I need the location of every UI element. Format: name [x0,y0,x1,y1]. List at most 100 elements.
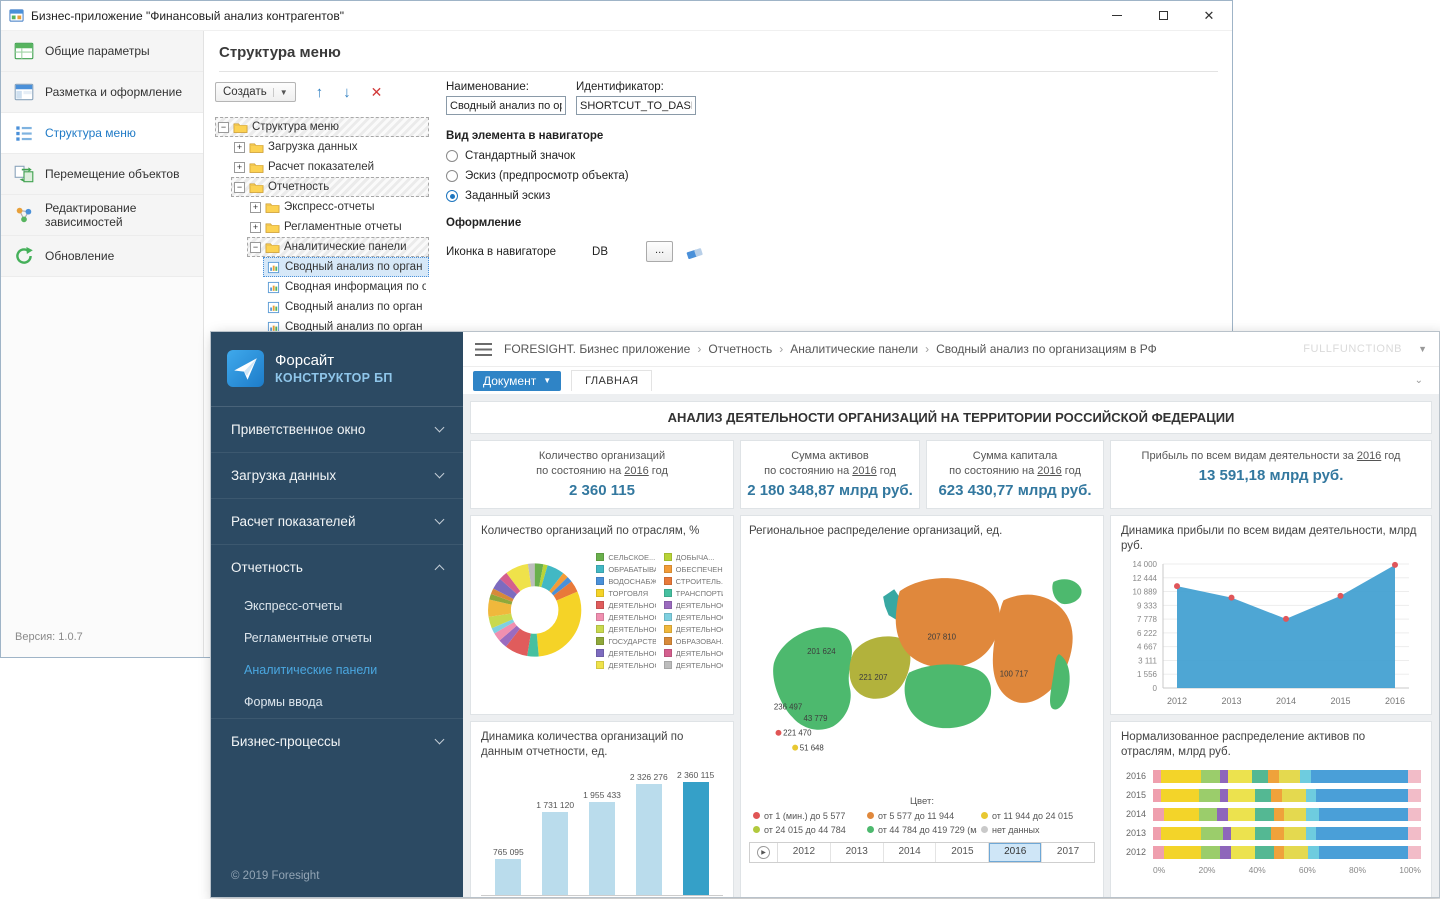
expand-icon[interactable]: + [234,162,245,173]
user-label[interactable]: FULLFUNCTIONB [1303,343,1402,355]
sidebar-item-6[interactable]: Обновление [1,236,203,277]
identifier-input[interactable] [576,96,696,115]
collapse-icon[interactable]: − [234,182,245,193]
stacked-bar[interactable] [1153,770,1421,783]
map-legend-item[interactable]: от 24 015 до 44 784 [753,825,863,835]
radio-checked-icon[interactable] [446,190,458,202]
kpi-line1: Сумма капитала [931,449,1099,464]
kpi-year-link[interactable]: 2016 [852,465,876,477]
name-input[interactable] [446,96,566,115]
bar-column: 2 326 276 [625,772,672,895]
view-radio-option-1[interactable]: Стандартный значок [446,150,786,162]
timeline-year-2014[interactable]: 2014 [884,843,937,862]
breadcrumb-item[interactable]: Сводный анализ по организациям в РФ [936,342,1157,356]
timeline-year-2012[interactable]: 2012 [778,843,831,862]
expand-icon[interactable]: + [234,142,245,153]
web-menu-item[interactable]: Расчет показателей [211,498,463,544]
web-menu-item[interactable]: Загрузка данных [211,452,463,498]
sidebar-item-2[interactable]: Разметка и оформление [1,72,203,113]
stacked-segment [1255,789,1271,802]
bar[interactable] [683,782,709,895]
stacked-bar[interactable] [1153,789,1421,802]
breadcrumb-item[interactable]: Отчетность [708,342,772,356]
tree-node[interactable]: −Структура меню [215,117,429,137]
radio-icon[interactable] [446,150,458,162]
map-region[interactable] [896,578,1000,668]
web-menu-item[interactable]: Отчетность [211,544,463,590]
tree-node[interactable]: +Регламентные отчеты [247,217,429,237]
stacked-bar[interactable] [1153,808,1421,821]
bar[interactable] [589,802,615,895]
map-legend-item[interactable]: от 11 944 до 24 015 [981,811,1091,821]
legend-swatch [664,565,672,573]
sidebar-item-3[interactable]: Структура меню [1,113,203,154]
stacked-bar[interactable] [1153,827,1421,840]
collapse-icon[interactable]: − [218,122,229,133]
data-point-marker[interactable] [1392,561,1398,567]
eraser-icon[interactable] [685,244,705,260]
data-point-marker[interactable] [1174,583,1180,589]
map-region[interactable] [849,636,910,698]
close-button[interactable]: ✕ [1186,1,1232,30]
expand-icon[interactable]: + [250,222,261,233]
document-button[interactable]: Документ ▼ [473,371,561,391]
bar[interactable] [636,784,662,895]
timeline-year-2013[interactable]: 2013 [831,843,884,862]
data-point-marker[interactable] [1338,592,1344,598]
move-down-icon[interactable]: ↓ [343,85,351,100]
tree-node[interactable]: +Экспресс-отчеты [247,197,429,217]
web-submenu-item[interactable]: Формы ввода [211,686,463,718]
user-chevron-down-icon[interactable]: ▼ [1418,344,1427,354]
tree-node[interactable]: Сводный анализ по орган [263,297,429,317]
tree-node[interactable]: −Отчетность [231,177,429,197]
kpi-year-link[interactable]: 2016 [624,465,648,477]
kpi-year-link[interactable]: 2016 [1037,465,1061,477]
view-radio-option-2[interactable]: Эскиз (предпросмотр объекта) [446,170,786,182]
stacked-bar[interactable] [1153,846,1421,859]
browse-button[interactable]: ... [646,241,673,262]
sidebar-item-1[interactable]: Общие параметры [1,31,203,72]
map-legend-item[interactable]: от 1 (мин.) до 5 577 [753,811,863,821]
view-radio-option-3[interactable]: Заданный эскиз [446,190,786,202]
collapse-chevron-icon[interactable]: ⌄ [1415,375,1423,386]
data-point-marker[interactable] [1283,615,1289,621]
kpi-year-link[interactable]: 2016 [1357,450,1381,462]
map-region[interactable] [905,664,992,728]
tree-node[interactable]: Сводная информация по о [263,277,429,297]
timeline-year-2015[interactable]: 2015 [936,843,989,862]
web-submenu-item[interactable]: Аналитические панели [211,654,463,686]
create-button[interactable]: Создать ▼ [215,82,296,102]
minimize-button[interactable] [1094,1,1140,30]
move-up-icon[interactable]: ↑ [316,85,324,100]
play-button[interactable]: ▶ [750,843,778,862]
tree-node[interactable]: Сводный анализ по орган [263,257,429,277]
delete-icon[interactable]: ✕ [371,85,383,99]
web-menu-item[interactable]: Бизнес-процессы [211,718,463,764]
breadcrumb-item[interactable]: FORESIGHT. Бизнес приложение [504,342,690,356]
data-point-marker[interactable] [1229,594,1235,600]
maximize-button[interactable] [1140,1,1186,30]
tree-node[interactable]: +Загрузка данных [231,137,429,157]
map-legend-item[interactable]: от 44 784 до 419 729 (макс.) [867,825,977,835]
sidebar-item-4[interactable]: Перемещение объектов [1,154,203,195]
web-menu-item-label: Приветственное окно [231,422,365,437]
timeline-year-2017[interactable]: 2017 [1042,843,1094,862]
map-legend-item[interactable]: от 5 577 до 11 944 [867,811,977,821]
web-submenu-item[interactable]: Регламентные отчеты [211,622,463,654]
breadcrumb-item[interactable]: Аналитические панели [790,342,918,356]
bar[interactable] [495,859,521,895]
radio-icon[interactable] [446,170,458,182]
tree-node[interactable]: +Расчет показателей [231,157,429,177]
web-menu-item[interactable]: Приветственное окно [211,407,463,452]
hamburger-menu-icon[interactable] [475,343,492,356]
bar[interactable] [542,812,568,895]
web-submenu-item[interactable]: Экспресс-отчеты [211,590,463,622]
collapse-icon[interactable]: − [250,242,261,253]
tab-main[interactable]: ГЛАВНАЯ [571,370,652,391]
timeline-year-2016[interactable]: 2016 [989,843,1042,862]
map-legend-item[interactable]: нет данных [981,825,1091,835]
tree-node[interactable]: −Аналитические панели [247,237,429,257]
sidebar-item-5[interactable]: Редактирование зависимостей [1,195,203,236]
expand-icon[interactable]: + [250,202,261,213]
map-region[interactable] [1052,579,1081,604]
